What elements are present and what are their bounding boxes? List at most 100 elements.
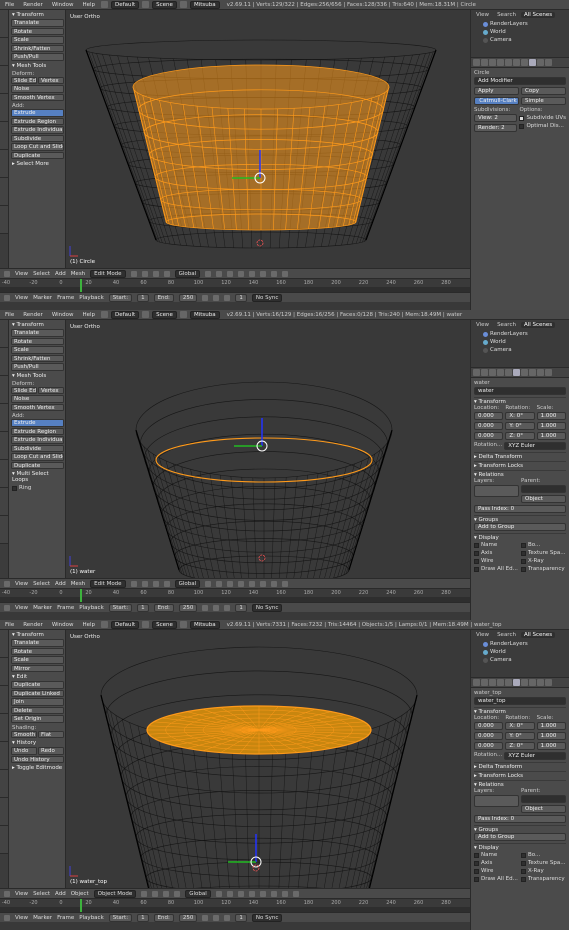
tool-button[interactable]: Subdivide [11, 134, 64, 142]
shading-icon[interactable] [152, 270, 159, 277]
playback-control-icon[interactable] [224, 294, 231, 301]
tool-button[interactable]: Translate [11, 639, 64, 647]
header-tool-icon[interactable] [248, 890, 255, 897]
header-tool-icon[interactable] [270, 890, 277, 897]
current-frame-field[interactable]: 1 [235, 293, 247, 302]
tool-button[interactable]: Scale [11, 36, 64, 44]
render-levels-field[interactable]: Render: 2 [474, 124, 518, 132]
end-frame-label[interactable]: End: [153, 913, 174, 922]
layer-buttons[interactable] [474, 485, 519, 497]
apply-button[interactable]: Apply [474, 87, 519, 95]
menu-marker[interactable]: Marker [33, 915, 52, 921]
scale-field[interactable]: 1.000 [536, 742, 566, 750]
editor-type-icon[interactable] [4, 270, 10, 277]
menu-window[interactable]: Window [49, 622, 77, 628]
tool-tab[interactable] [0, 178, 8, 206]
properties-tab[interactable] [481, 679, 488, 686]
checkbox[interactable] [521, 550, 526, 556]
scale-field[interactable]: 1.000 [536, 722, 566, 730]
tool-tab[interactable] [0, 460, 8, 488]
parent-type-dropdown[interactable]: Object [521, 495, 566, 503]
current-frame-field[interactable]: 1 [235, 913, 247, 922]
location-field[interactable]: 0.000 [474, 732, 504, 740]
properties-tab[interactable] [489, 369, 496, 376]
properties-tab[interactable] [473, 59, 480, 66]
tool-button[interactable]: Duplicate [11, 151, 64, 159]
shading-icon[interactable] [130, 580, 137, 587]
object-name-field[interactable]: water [474, 387, 566, 395]
tool-button[interactable]: Vertex [38, 386, 64, 394]
scale-field[interactable]: 1.000 [536, 422, 566, 430]
shading-icon[interactable] [141, 890, 148, 897]
timeline[interactable]: -40 -20 0 20 40 60 80 100 120 140 160 180 200 220 240 2… [0, 898, 470, 913]
start-frame-field[interactable]: 1 [137, 603, 149, 612]
shading-icon[interactable] [152, 580, 159, 587]
header-tool-icon[interactable] [282, 270, 289, 277]
panel-header[interactable]: ▾ Transform [10, 321, 65, 329]
start-frame-field[interactable]: 1 [137, 293, 149, 302]
properties-tab[interactable] [521, 679, 528, 686]
properties-tab[interactable] [537, 679, 544, 686]
outliner-tab[interactable]: View [473, 12, 492, 18]
header-tool-icon[interactable] [237, 890, 244, 897]
render-engine-selector[interactable]: Mitsuba [189, 0, 220, 9]
outliner-row[interactable]: Camera [471, 656, 569, 664]
header-tool-icon[interactable] [205, 580, 212, 587]
tool-tab[interactable] [0, 10, 8, 38]
location-field[interactable]: 0.000 [474, 722, 504, 730]
properties-tab[interactable] [545, 59, 552, 66]
properties-tab[interactable] [497, 369, 504, 376]
start-frame-field[interactable]: 1 [137, 913, 149, 922]
checkbox[interactable] [521, 852, 526, 858]
outliner-tab[interactable]: All Scenes [520, 12, 556, 18]
display-checkbox[interactable]: Axis [474, 859, 519, 867]
tool-tab[interactable] [0, 488, 8, 516]
start-frame-label[interactable]: Start: [108, 913, 133, 922]
menu-file[interactable]: File [2, 312, 17, 318]
delta-transform-header[interactable]: ▸ Delta Transform [474, 452, 566, 460]
editor-type-icon[interactable] [4, 580, 10, 587]
outliner-row[interactable]: World [471, 648, 569, 656]
checkbox[interactable] [521, 860, 526, 866]
checkbox[interactable] [521, 542, 526, 548]
parent-type-dropdown[interactable]: Object [521, 805, 566, 813]
outliner-tab[interactable]: Search [494, 12, 519, 18]
tool-tab[interactable] [0, 206, 8, 234]
tool-tab[interactable] [0, 320, 8, 348]
panel-header[interactable]: ▾ History [10, 739, 65, 747]
rotation-field[interactable]: Y: 0° [505, 422, 535, 430]
tool-button[interactable]: Translate [11, 329, 64, 337]
playback-control-icon[interactable] [213, 604, 220, 611]
end-frame-field[interactable]: 250 [178, 913, 198, 922]
header-tool-icon[interactable] [260, 580, 267, 587]
shading-icon[interactable] [163, 270, 170, 277]
scale-field[interactable]: 1.000 [536, 432, 566, 440]
playback-control-icon[interactable] [224, 914, 231, 921]
subdivide-uvs-checkbox[interactable]: Subdivide UVs [519, 114, 566, 122]
tool-button[interactable]: Push/Pull [11, 363, 64, 371]
tool-button[interactable]: Undo History [11, 755, 64, 763]
3d-viewport[interactable]: User Ortho (1) Circle [66, 10, 470, 268]
menu-render[interactable]: Render [20, 622, 46, 628]
header-tool-icon[interactable] [227, 270, 234, 277]
tool-button[interactable]: Scale [11, 656, 64, 664]
sync-selector[interactable]: No Sync [251, 913, 283, 922]
tool-button[interactable]: Subdivide [11, 444, 64, 452]
menu-frame[interactable]: Frame [57, 605, 74, 611]
rotation-field[interactable]: X: 0° [505, 412, 535, 420]
current-frame-field[interactable]: 1 [235, 603, 247, 612]
menu-marker[interactable]: Marker [33, 295, 52, 301]
shading-icon[interactable] [174, 890, 181, 897]
tool-tab[interactable] [0, 348, 8, 376]
checkbox[interactable] [521, 876, 526, 882]
catmull-clark-button[interactable]: Catmull-Clark [474, 97, 519, 105]
location-field[interactable]: 0.000 [474, 422, 504, 430]
tool-tab[interactable] [0, 826, 8, 854]
display-checkbox[interactable]: Wire [474, 557, 519, 565]
transform-locks-header[interactable]: ▸ Transform Locks [474, 461, 566, 469]
tool-button[interactable]: Noise [11, 395, 64, 403]
end-frame-label[interactable]: End: [153, 603, 174, 612]
properties-tab[interactable] [481, 369, 488, 376]
tool-tab[interactable] [0, 770, 8, 798]
header-tool-icon[interactable] [249, 270, 256, 277]
